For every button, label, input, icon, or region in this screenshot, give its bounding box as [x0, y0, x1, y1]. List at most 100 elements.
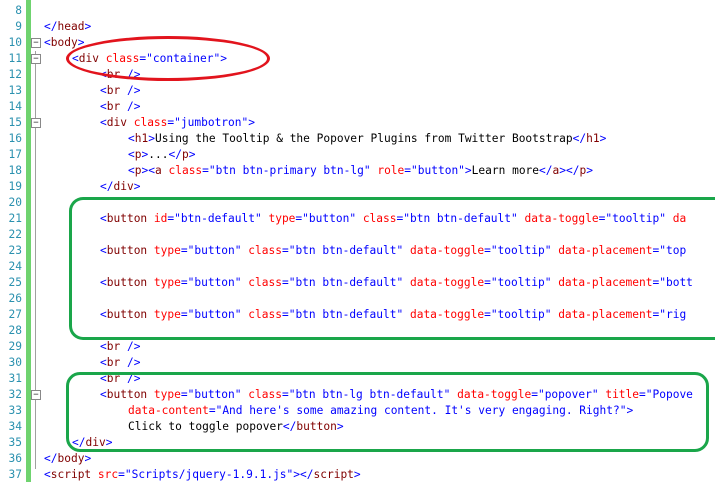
code-line[interactable]: 17 <p>...</p> [0, 147, 715, 163]
code-token: ></ [293, 468, 314, 481]
code-token: /> [126, 356, 141, 369]
code-line[interactable]: 13 <br /> [0, 83, 715, 99]
code-line[interactable]: 31 <br /> [0, 371, 715, 387]
code-token: > [77, 36, 85, 49]
code-token: > [599, 132, 607, 145]
code-line[interactable]: 25 <button type="button" class="btn btn-d… [0, 275, 715, 291]
code-line[interactable]: 37 <script src="Scripts/jquery-1.9.1.js">… [0, 467, 715, 482]
code-line[interactable]: 32− <button type="button" class="btn btn-… [0, 387, 715, 403]
code-token: "btn btn-primary btn-lg" [208, 164, 371, 177]
code-token: "tooltip" [605, 212, 666, 225]
collapse-toggle-icon[interactable]: − [31, 118, 41, 128]
code-token: = [281, 276, 289, 289]
line-number: 34 [8, 420, 22, 433]
code-token: = [208, 404, 216, 417]
line-number: 35 [8, 436, 22, 449]
code-text: </div> [72, 435, 112, 451]
code-token: p [181, 148, 189, 161]
code-token: "button" [187, 308, 242, 321]
code-token: "btn btn-default" [288, 276, 404, 289]
code-token: = [484, 308, 491, 321]
code-token: Using the Tooltip & the Popover Plugins … [154, 132, 573, 145]
code-line[interactable]: 27 <button type="button" class="btn btn-d… [0, 307, 715, 323]
code-line[interactable]: 22 [0, 227, 715, 243]
code-token: class [133, 116, 168, 129]
code-line[interactable]: 23 <button type="button" class="btn btn-d… [0, 243, 715, 259]
code-token: script [50, 468, 92, 481]
line-number: 37 [8, 468, 22, 481]
code-line[interactable]: 11− <div class="container"> [0, 51, 715, 67]
code-token: < [100, 356, 107, 369]
code-line[interactable]: 30 <br /> [0, 355, 715, 371]
code-token: data-toggle [457, 388, 532, 401]
line-number: 10 [8, 36, 22, 49]
code-token: </ [168, 148, 182, 161]
code-text: <br /> [100, 83, 140, 99]
line-number: 15 [8, 116, 22, 129]
line-number: 30 [8, 356, 22, 369]
collapse-toggle-icon[interactable]: − [31, 390, 41, 400]
code-token: "button" [187, 244, 242, 257]
code-line[interactable]: 16 <h1>Using the Tooltip & the Popover Pl… [0, 131, 715, 147]
code-token: </ [282, 420, 297, 433]
code-token: ></ [559, 164, 580, 177]
code-line[interactable]: 12 <br /> [0, 67, 715, 83]
code-token: "tooltip" [490, 276, 552, 289]
code-token: /> [126, 340, 141, 353]
code-line[interactable]: 33 data-content="And here's some amazing … [0, 403, 715, 419]
line-number: 26 [8, 292, 22, 305]
code-token: "Popove [645, 388, 693, 401]
line-number: 20 [8, 196, 22, 209]
code-line[interactable]: 36 </body> [0, 451, 715, 467]
code-token: < [100, 372, 107, 385]
code-token: "button" [187, 388, 242, 401]
code-token: button [106, 388, 148, 401]
code-line[interactable]: 8 [0, 3, 715, 19]
code-line[interactable]: 14 <br /> [0, 99, 715, 115]
code-token: < [44, 468, 51, 481]
code-text: <button type="button" class="btn btn-def… [100, 243, 686, 259]
code-line[interactable]: 15− <div class="jumbotron"> [0, 115, 715, 131]
code-token: > [626, 404, 634, 417]
code-token: < [100, 68, 107, 81]
code-text: <br /> [100, 355, 140, 371]
code-line[interactable]: 10− <body> [0, 35, 715, 51]
code-line[interactable]: 19 </div> [0, 179, 715, 195]
code-line[interactable]: 24 [0, 259, 715, 275]
code-token: = [281, 388, 289, 401]
code-line[interactable]: 21 <button id="btn-default" type="button"… [0, 211, 715, 227]
code-line[interactable]: 29 <br /> [0, 339, 715, 355]
code-token: = [118, 468, 125, 481]
collapse-toggle-icon[interactable]: − [31, 54, 41, 64]
code-editor[interactable]: 8 9 </head> 10− <body> 11− <div class="contain… [0, 0, 715, 482]
code-token: da [672, 212, 687, 225]
code-line[interactable]: 35 </div> [0, 435, 715, 451]
code-line[interactable]: 34 Click to toggle popover</button> [0, 419, 715, 435]
code-token: /> [126, 372, 141, 385]
code-text: </body> [44, 451, 91, 467]
line-number: 33 [8, 404, 22, 417]
code-line[interactable]: 18 <p><a class="btn btn-primary btn-lg" r… [0, 163, 715, 179]
code-token: head [57, 20, 85, 33]
code-token: "btn btn-default" [403, 212, 518, 225]
line-number: 12 [8, 68, 22, 81]
collapse-toggle-icon[interactable]: − [31, 38, 41, 48]
line-number: 16 [8, 132, 22, 145]
code-text: Click to toggle popover</button> [128, 419, 344, 435]
code-token: "btn btn-default" [288, 244, 404, 257]
code-line[interactable]: 26 [0, 291, 715, 307]
code-token: id [153, 212, 168, 225]
code-token: "popover" [537, 388, 599, 401]
code-token: h1 [586, 132, 600, 145]
code-line[interactable]: 20 [0, 195, 715, 211]
code-text: </div> [100, 179, 140, 195]
code-token: role [377, 164, 405, 177]
code-token: "tooltip" [490, 244, 552, 257]
code-line[interactable]: 9 </head> [0, 19, 715, 35]
code-token: a [154, 164, 162, 177]
code-line[interactable]: 28 [0, 323, 715, 339]
